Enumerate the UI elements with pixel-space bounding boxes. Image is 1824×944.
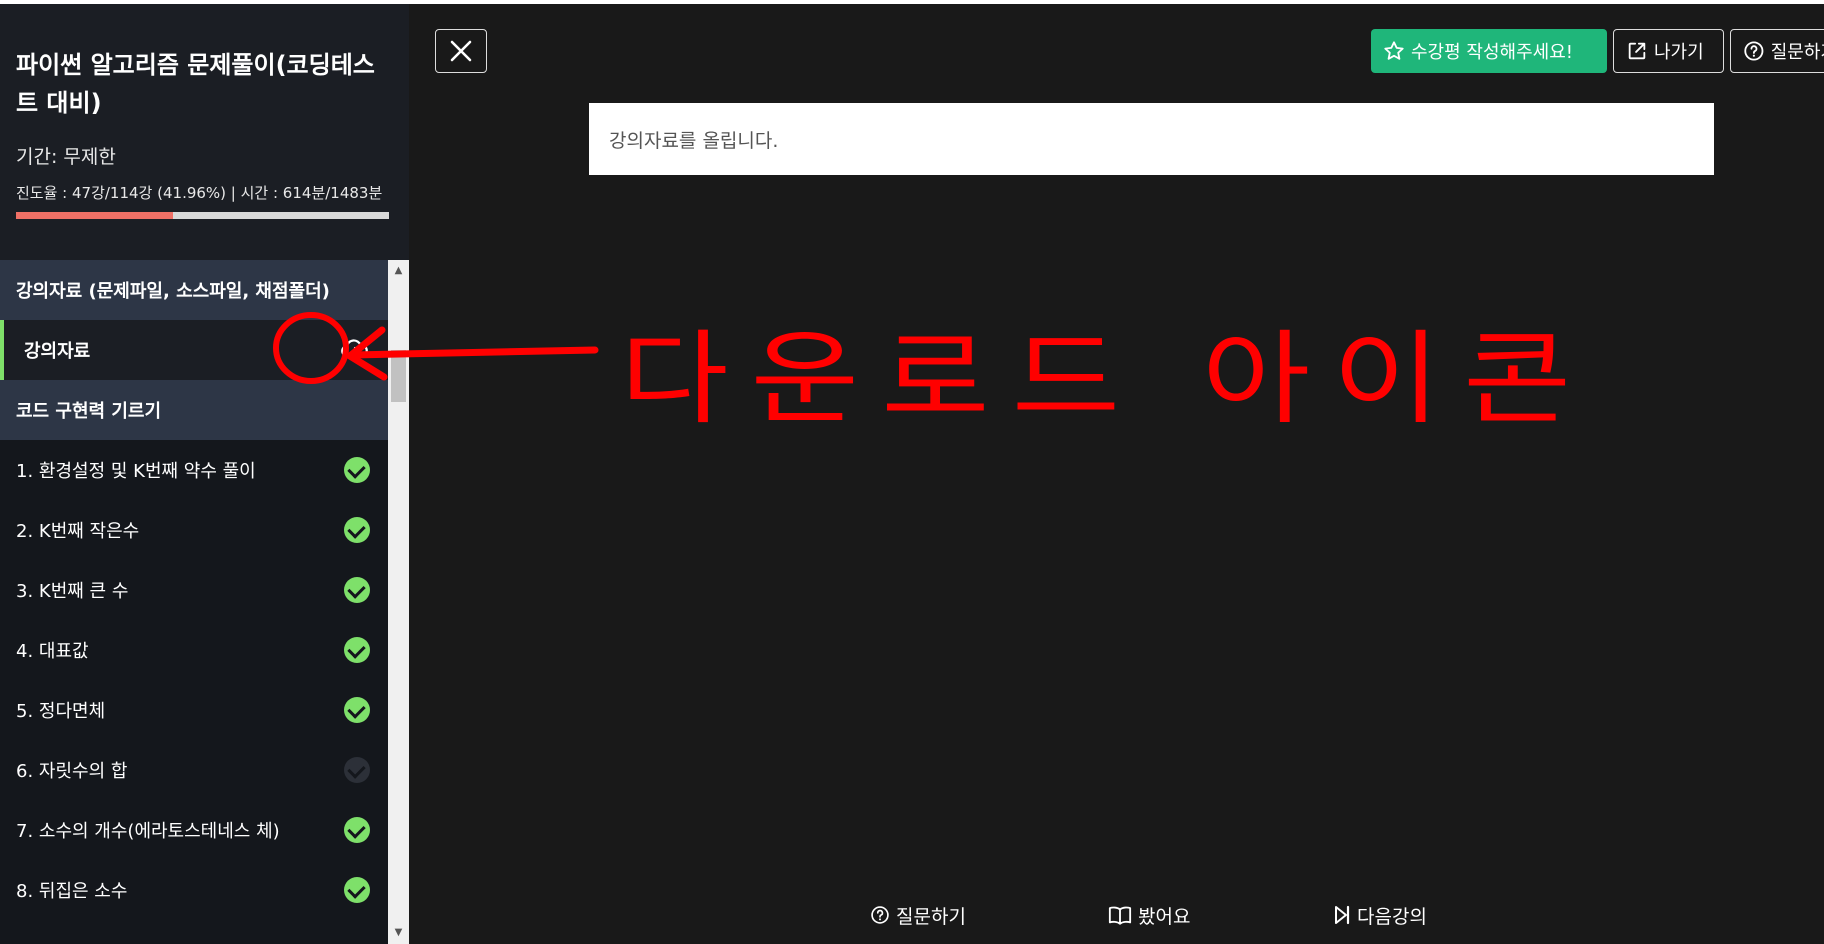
question-circle-icon bbox=[1744, 41, 1764, 61]
next-lecture-label: 다음강의 bbox=[1357, 905, 1427, 928]
mark-seen-button[interactable]: 봤어요 bbox=[1108, 898, 1190, 932]
lesson-item[interactable]: 강의자료 bbox=[0, 320, 388, 380]
qna-label: 질문하기 bbox=[1770, 42, 1824, 63]
next-lecture-button[interactable]: 다음강의 bbox=[1333, 898, 1427, 932]
section-header[interactable]: 강의자료 (문제파일, 소스파일, 채점폴더) bbox=[0, 260, 388, 320]
annotation-label: 다운로드 아이콘 bbox=[620, 319, 1594, 438]
lesson-item[interactable]: 5. 정다면체 bbox=[0, 680, 388, 740]
progress-bar bbox=[16, 212, 389, 219]
ask-question-button[interactable]: 질문하기 bbox=[870, 898, 966, 932]
cloud-download-icon[interactable] bbox=[340, 335, 370, 365]
check-circle-icon bbox=[344, 517, 370, 543]
lesson-item-label: 2. K번째 작은수 bbox=[16, 521, 140, 542]
lesson-list[interactable]: 강의자료 (문제파일, 소스파일, 채점폴더) 강의자료코드 구현력 기르기 1. … bbox=[0, 260, 388, 944]
star-icon bbox=[1384, 41, 1404, 60]
book-open-icon bbox=[1108, 906, 1132, 925]
check-circle-icon bbox=[344, 637, 370, 663]
progress-text: 진도율 : 47강/114강 (41.96%) | 시간 : 614분/1483… bbox=[16, 184, 383, 202]
lesson-item[interactable]: 8. 뒤집은 소수 bbox=[0, 860, 388, 920]
write-review-button[interactable]: 수강평 작성해주세요! bbox=[1371, 29, 1607, 73]
close-button[interactable] bbox=[435, 29, 487, 73]
exit-label: 나가기 bbox=[1654, 42, 1704, 63]
lesson-item[interactable]: 1. 환경설정 및 K번째 약수 풀이 bbox=[0, 440, 388, 500]
question-circle-icon bbox=[871, 906, 889, 924]
ask-question-label: 질문하기 bbox=[896, 905, 966, 928]
lesson-item-label: 8. 뒤집은 소수 bbox=[16, 881, 128, 902]
lesson-item-label: 강의자료 bbox=[24, 341, 91, 362]
check-circle-icon bbox=[344, 817, 370, 843]
check-circle-icon bbox=[344, 697, 370, 723]
write-review-label: 수강평 작성해주세요! bbox=[1411, 42, 1573, 63]
scroll-down-arrow-icon[interactable]: ▼ bbox=[388, 922, 409, 944]
lesson-item[interactable]: 4. 대표값 bbox=[0, 620, 388, 680]
sidebar-scrollbar[interactable]: ▲ ▼ bbox=[388, 260, 409, 944]
check-circle-icon bbox=[344, 457, 370, 483]
course-title: 파이썬 알고리즘 문제풀이(코딩테스트 대비) bbox=[16, 51, 375, 117]
lesson-item[interactable]: 6. 자릿수의 합 bbox=[0, 740, 388, 800]
section-header[interactable]: 코드 구현력 기르기 bbox=[0, 380, 388, 440]
skip-next-icon bbox=[1335, 905, 1350, 925]
lesson-item-label: 1. 환경설정 및 K번째 약수 풀이 bbox=[16, 461, 256, 482]
check-circle-icon bbox=[344, 877, 370, 903]
course-header: 파이썬 알고리즘 문제풀이(코딩테스트 대비) 기간: 무제한 진도율 : 47… bbox=[0, 4, 409, 260]
lesson-item[interactable]: 3. K번째 큰 수 bbox=[0, 560, 388, 620]
check-circle-icon bbox=[344, 577, 370, 603]
close-icon bbox=[450, 40, 472, 62]
lecture-notice: 강의자료를 올립니다. bbox=[589, 103, 1714, 175]
lesson-item-label: 4. 대표값 bbox=[16, 641, 89, 662]
lesson-item[interactable]: 7. 소수의 개수(에라토스테네스 체) bbox=[0, 800, 388, 860]
check-circle-incomplete-icon bbox=[344, 757, 370, 783]
scroll-up-arrow-icon[interactable]: ▲ bbox=[388, 260, 409, 282]
lesson-item-label: 3. K번째 큰 수 bbox=[16, 581, 129, 602]
scrollbar-thumb[interactable] bbox=[391, 350, 406, 402]
exit-button[interactable]: 나가기 bbox=[1613, 29, 1724, 73]
external-link-icon bbox=[1628, 42, 1646, 60]
curriculum-sidebar: 파이썬 알고리즘 문제풀이(코딩테스트 대비) 기간: 무제한 진도율 : 47… bbox=[0, 4, 409, 944]
qna-button[interactable]: 질문하기 bbox=[1730, 29, 1824, 73]
lesson-item-label: 6. 자릿수의 합 bbox=[16, 761, 128, 782]
lesson-item-label: 5. 정다면체 bbox=[16, 701, 106, 722]
progress-bar-fill bbox=[16, 212, 173, 219]
lesson-item[interactable]: 2. K번째 작은수 bbox=[0, 500, 388, 560]
course-period: 기간: 무제한 bbox=[16, 146, 116, 168]
lesson-item-label: 7. 소수의 개수(에라토스테네스 체) bbox=[16, 821, 280, 842]
mark-seen-label: 봤어요 bbox=[1138, 905, 1191, 928]
